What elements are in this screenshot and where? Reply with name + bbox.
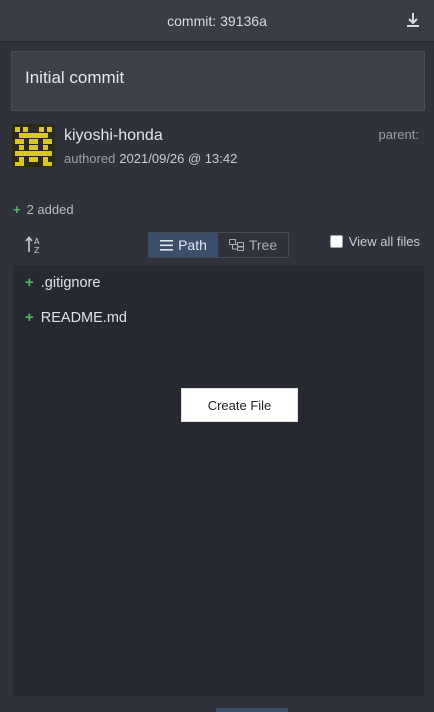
commit-hash: 39136a [220,13,267,29]
parent-label: parent: [378,127,419,142]
commit-message: Initial commit [25,68,125,87]
file-item[interactable]: + README.md [25,309,127,326]
tree-icon [228,239,244,251]
svg-text:A: A [34,237,40,246]
download-icon [407,13,419,27]
added-count: 2 added [26,202,74,217]
path-view-button[interactable]: Path [149,233,218,257]
file-added-icon: + [25,309,34,326]
author-name[interactable]: kiyoshi-honda [64,127,163,145]
svg-text:Z: Z [34,246,40,255]
sort-alpha-icon: A Z [25,236,40,255]
added-plus-icon: + [13,202,21,217]
view-all-label: View all files [348,234,420,249]
file-list-panel: + .gitignore + README.md Create File [13,265,424,696]
list-icon [160,239,174,251]
file-added-icon: + [25,274,34,291]
file-name: README.md [40,310,127,326]
tree-view-label: Tree [248,237,278,253]
sort-button[interactable]: A Z [24,235,44,255]
commit-title: commit: 39136a [0,13,434,29]
file-item[interactable]: + .gitignore [25,274,100,291]
path-view-label: Path [178,237,207,253]
added-summary: +2 added [13,202,74,217]
commit-label: commit: [167,13,217,29]
bottom-scroll-indicator [216,708,288,712]
avatar [12,124,55,167]
authored-label: authored [64,151,116,166]
create-file-button[interactable]: Create File [181,388,298,422]
commit-header: commit: 39136a [0,0,434,42]
authored-row: authored 2021/09/26 @ 13:42 [64,151,237,166]
download-button[interactable] [404,11,422,29]
tree-view-button[interactable]: Tree [218,233,288,257]
view-all-files-option[interactable]: View all files [329,234,420,249]
commit-message-box: Initial commit [11,51,425,111]
author-avatar-icon [12,124,55,167]
file-name: .gitignore [40,275,101,291]
authored-date: 2021/09/26 @ 13:42 [119,151,238,166]
view-mode-toggle: Path Tree [148,232,289,258]
view-all-checkbox[interactable] [329,235,343,248]
